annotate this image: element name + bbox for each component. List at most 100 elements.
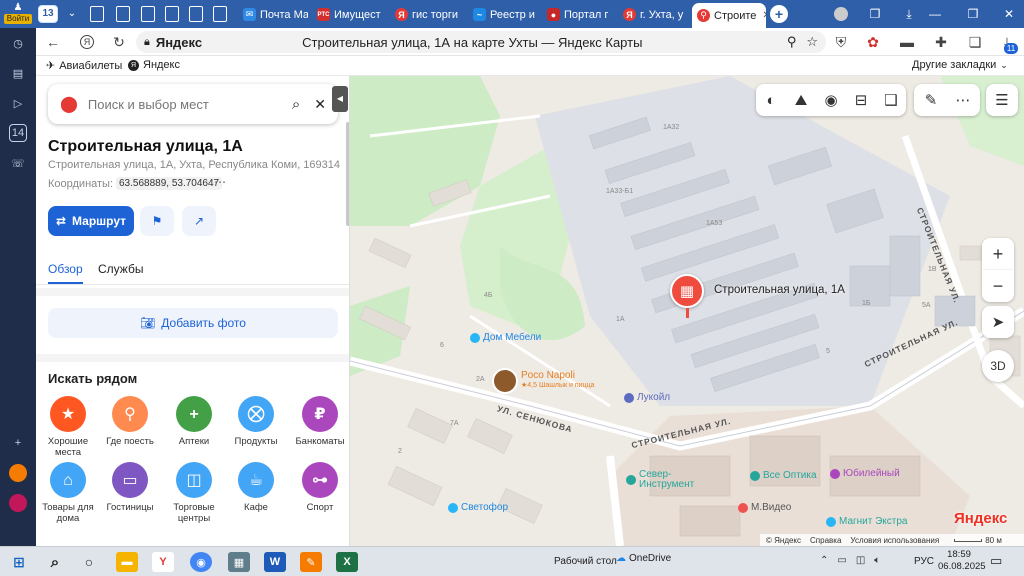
pinned-tab[interactable] [90, 6, 104, 22]
browser-tab[interactable]: ✉ Почта Ма [238, 4, 308, 25]
search-box[interactable]: ⬤ Поиск и выбор мест ⌕ ✕ [48, 84, 338, 124]
search-icon[interactable]: ⌕ [44, 552, 66, 572]
extensions-puzzle-icon[interactable]: ✚ [932, 33, 950, 51]
maximize-icon[interactable]: ❐ [964, 5, 982, 23]
minimize-icon[interactable]: — [926, 5, 944, 23]
pinned-tab[interactable] [141, 6, 155, 22]
camera-icon[interactable]: ◉ [816, 91, 846, 109]
app-icon[interactable]: ✎ [300, 552, 322, 572]
bookmark-item[interactable]: Я Яндекс [128, 59, 180, 71]
menu-button[interactable]: ☰ [986, 84, 1018, 116]
pinned-tab[interactable] [189, 6, 203, 22]
location-pin[interactable]: ▦ [670, 274, 704, 308]
close-icon[interactable]: ✕ [1000, 5, 1018, 23]
reload-icon[interactable]: ↻ [110, 33, 128, 51]
yandex-icon[interactable]: Я [78, 33, 96, 51]
category-pharmacies[interactable]: + Аптеки [162, 396, 226, 447]
calendar-icon[interactable]: 14 [9, 124, 27, 142]
extension-icon[interactable]: ▬ [898, 33, 916, 51]
more-icon[interactable]: ⋯ [214, 175, 226, 189]
clock[interactable]: 18:59 06.08.2025 [938, 549, 986, 573]
onedrive[interactable]: ☁ OneDrive [616, 553, 671, 564]
panel-collapse-button[interactable]: ◀ [332, 86, 348, 112]
browser-tab[interactable]: Яг. Ухта, у [618, 4, 688, 25]
layers-icon[interactable]: ❑ [876, 91, 906, 109]
category-home-goods[interactable]: ⌂ Товары для дома [36, 462, 100, 524]
new-tab-plus-icon[interactable]: + [770, 5, 788, 23]
yandex-browser-icon[interactable]: Y [152, 552, 174, 572]
browser-tab[interactable]: РТС Имущест [312, 4, 386, 25]
category-cafe[interactable]: ☕ Кафе [224, 462, 288, 513]
desktop-label[interactable]: Рабочий стол [554, 556, 617, 567]
panorama-icon[interactable]: ⛰ [786, 92, 816, 109]
sidebar-icon[interactable]: ❏ [966, 33, 984, 51]
poi-svetofor[interactable]: Светофор [448, 502, 508, 513]
calculator-icon[interactable]: ▦ [228, 552, 250, 572]
close-icon[interactable]: ✕ [762, 10, 766, 21]
file-explorer-icon[interactable]: ▬ [116, 552, 138, 572]
terms-link[interactable]: Условия использования [850, 536, 939, 545]
downloads-icon[interactable]: ⤓ [900, 5, 918, 23]
tabs-menu-chevron-icon[interactable]: ⌄ [62, 5, 82, 23]
category-food[interactable]: ⚲ Где поесть [98, 396, 162, 447]
ruler-icon[interactable]: ✎ [915, 91, 947, 109]
add-photo-button[interactable]: 📷︎ Добавить фото [48, 308, 338, 338]
poi-gas-station[interactable]: Лукойл [624, 392, 670, 403]
language-indicator[interactable]: РУС [914, 556, 934, 567]
more-icon[interactable]: ⋯ [947, 91, 979, 109]
category-malls[interactable]: ◫ Торговые центры [162, 462, 226, 524]
close-icon[interactable]: ✕ [314, 96, 326, 113]
save-bookmark-button[interactable]: ⚑ [140, 206, 174, 236]
task-view-icon[interactable]: ○ [78, 552, 100, 572]
extension-icon[interactable]: ✿ [864, 33, 882, 51]
browser-tab[interactable]: Ягис торги [390, 4, 466, 25]
bookmarks-icon[interactable]: ❐ [866, 5, 884, 23]
app-icon[interactable] [9, 464, 27, 482]
poi-tools-store[interactable]: Север-Инструмент [626, 470, 695, 490]
poi-mall[interactable]: Юбилейный [830, 468, 900, 479]
word-icon[interactable]: W [264, 552, 286, 572]
protect-icon[interactable]: ⛨ [832, 33, 850, 51]
browser-tab[interactable]: ● Портал г [542, 4, 614, 25]
network-icon[interactable]: ◫ [856, 555, 865, 566]
chrome-icon[interactable]: ◉ [190, 552, 212, 572]
location-icon[interactable]: ⚲ [787, 34, 797, 50]
tab-overview[interactable]: Обзор [48, 262, 83, 284]
pinned-tab[interactable] [116, 6, 130, 22]
windows-start-icon[interactable]: ⊞ [8, 552, 30, 572]
coordinates-value[interactable]: 63.568889, 53.704647 [116, 177, 223, 190]
pinned-tab[interactable] [213, 6, 227, 22]
volume-icon[interactable]: 🔈︎ [874, 555, 880, 566]
category-good-places[interactable]: ★ Хорошие места [36, 396, 100, 458]
chevron-up-icon[interactable]: ⌃ [820, 555, 828, 566]
alice-icon[interactable] [832, 5, 850, 23]
poi-optics[interactable]: Все Оптика [750, 470, 817, 481]
category-hotels[interactable]: ▭ Гостиницы [98, 462, 162, 513]
back-arrow-icon[interactable]: ← [44, 33, 62, 51]
category-groceries[interactable]: ⛒ Продукты [224, 396, 288, 447]
search-input[interactable]: Поиск и выбор мест [88, 97, 292, 112]
share-button[interactable]: ↗ [182, 206, 216, 236]
bookmark-item[interactable]: ✈ Авиабилеты [46, 59, 122, 73]
browser-tab-active[interactable]: ⚲Строите✕ [692, 3, 766, 28]
search-icon[interactable]: ⌕ [292, 96, 300, 113]
route-button[interactable]: ⇄ Маршрут [48, 206, 134, 236]
zoom-in-button[interactable]: + [982, 238, 1014, 270]
history-icon[interactable]: ◷ [9, 34, 27, 52]
poi-mvideo[interactable]: М.Видео [738, 502, 791, 513]
pinned-tab[interactable] [165, 6, 179, 22]
tab-counter-button[interactable]: 13 [38, 5, 58, 23]
geolocation-button[interactable]: ➤ [982, 306, 1014, 338]
zoom-out-button[interactable]: − [982, 270, 1014, 302]
map-canvas[interactable]: ◐ ⛰ ◉ ⊟ ❑ ✎ ⋯ ☰ + − ➤ 3D ▦ Строительная … [350, 76, 1024, 546]
poi-magnit[interactable]: Магнит Экстра [826, 516, 908, 527]
poi-restaurant[interactable]: Poco Napoli ★4,5 Шашлык и пицца [492, 368, 594, 394]
poi-furniture[interactable]: Дом Мебели [470, 332, 541, 343]
help-link[interactable]: Справка [810, 536, 841, 545]
collections-icon[interactable]: ▤ [9, 64, 27, 82]
traffic-icon[interactable]: ◐ [756, 92, 786, 109]
battery-icon[interactable]: ▭ [837, 555, 846, 566]
video-icon[interactable]: ▷ [9, 94, 27, 112]
3d-button[interactable]: 3D [982, 350, 1014, 382]
url-field[interactable]: 🔒︎ Яндекс Строительная улица, 1А на карт… [136, 31, 826, 53]
